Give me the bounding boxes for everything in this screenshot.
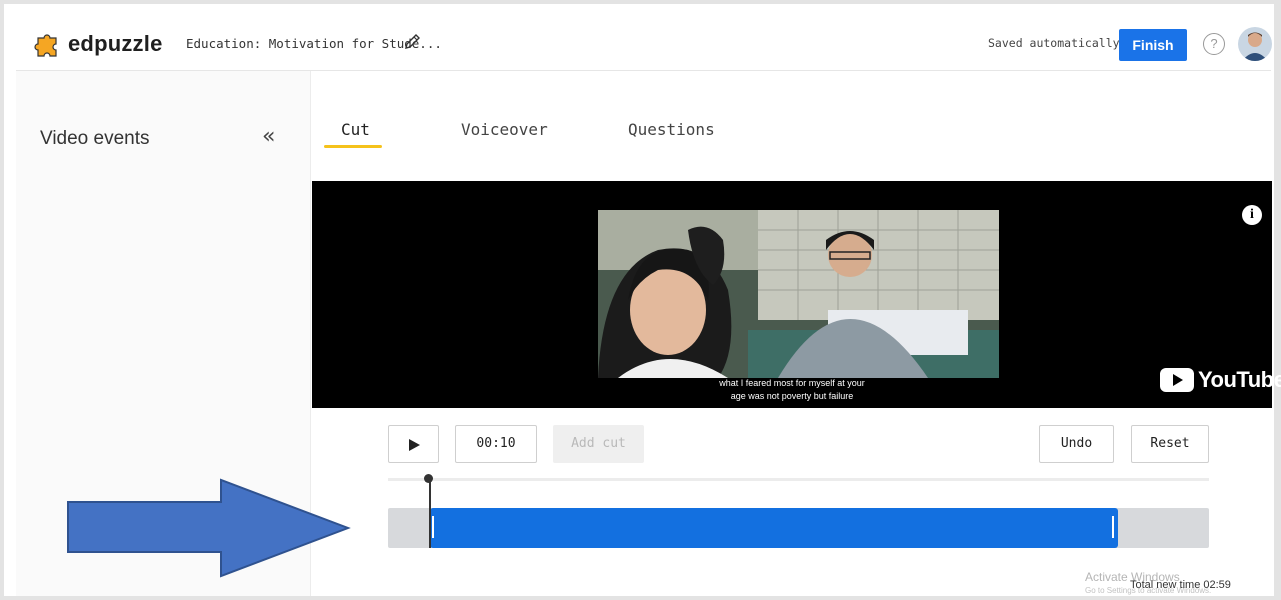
help-icon[interactable]: ? — [1203, 33, 1225, 55]
play-button[interactable] — [388, 425, 439, 463]
video-player[interactable]: what I feared most for myself at your ag… — [312, 181, 1281, 408]
tab-cut[interactable]: Cut — [341, 120, 370, 139]
add-cut-button[interactable]: Add cut — [553, 425, 644, 463]
puzzle-logo-icon — [34, 34, 57, 57]
current-time-field[interactable]: 00:10 — [455, 425, 537, 463]
subtitle-line-1: what I feared most for myself at your — [719, 378, 865, 388]
sidebar-title: Video events — [40, 128, 150, 149]
collapse-sidebar-icon[interactable]: « — [262, 124, 275, 149]
total-new-time: Total new time 02:59 — [1130, 579, 1231, 591]
edpuzzle-logo[interactable]: edpuzzle — [34, 27, 163, 61]
annotation-arrow-icon — [67, 478, 351, 578]
playhead-line[interactable] — [429, 478, 431, 548]
tab-questions[interactable]: Questions — [628, 120, 715, 139]
undo-button[interactable]: Undo — [1039, 425, 1114, 463]
top-bar: edpuzzle Education: Motivation for Stude… — [16, 18, 1272, 71]
youtube-wordmark: YouTube — [1198, 367, 1281, 392]
saved-status: Saved automatically — [988, 36, 1120, 50]
playhead-knob[interactable] — [424, 474, 433, 483]
finish-button[interactable]: Finish — [1119, 29, 1187, 61]
active-tab-indicator — [324, 145, 382, 148]
youtube-logo[interactable]: YouTube — [1160, 367, 1281, 393]
tab-voiceover[interactable]: Voiceover — [461, 120, 548, 139]
cut-end-handle[interactable] — [1112, 516, 1114, 538]
progress-track[interactable] — [388, 478, 1209, 481]
cut-selection-range[interactable] — [430, 508, 1118, 548]
subtitle-line-2: age was not poverty but failure — [730, 391, 854, 401]
avatar[interactable] — [1238, 27, 1272, 61]
cut-start-handle[interactable] — [432, 516, 434, 538]
reset-button[interactable]: Reset — [1131, 425, 1209, 463]
pencil-icon[interactable] — [402, 32, 422, 52]
youtube-play-icon — [1160, 368, 1194, 392]
info-icon[interactable]: i — [1242, 205, 1262, 225]
video-frame — [598, 210, 999, 378]
logo-text: edpuzzle — [68, 31, 163, 56]
